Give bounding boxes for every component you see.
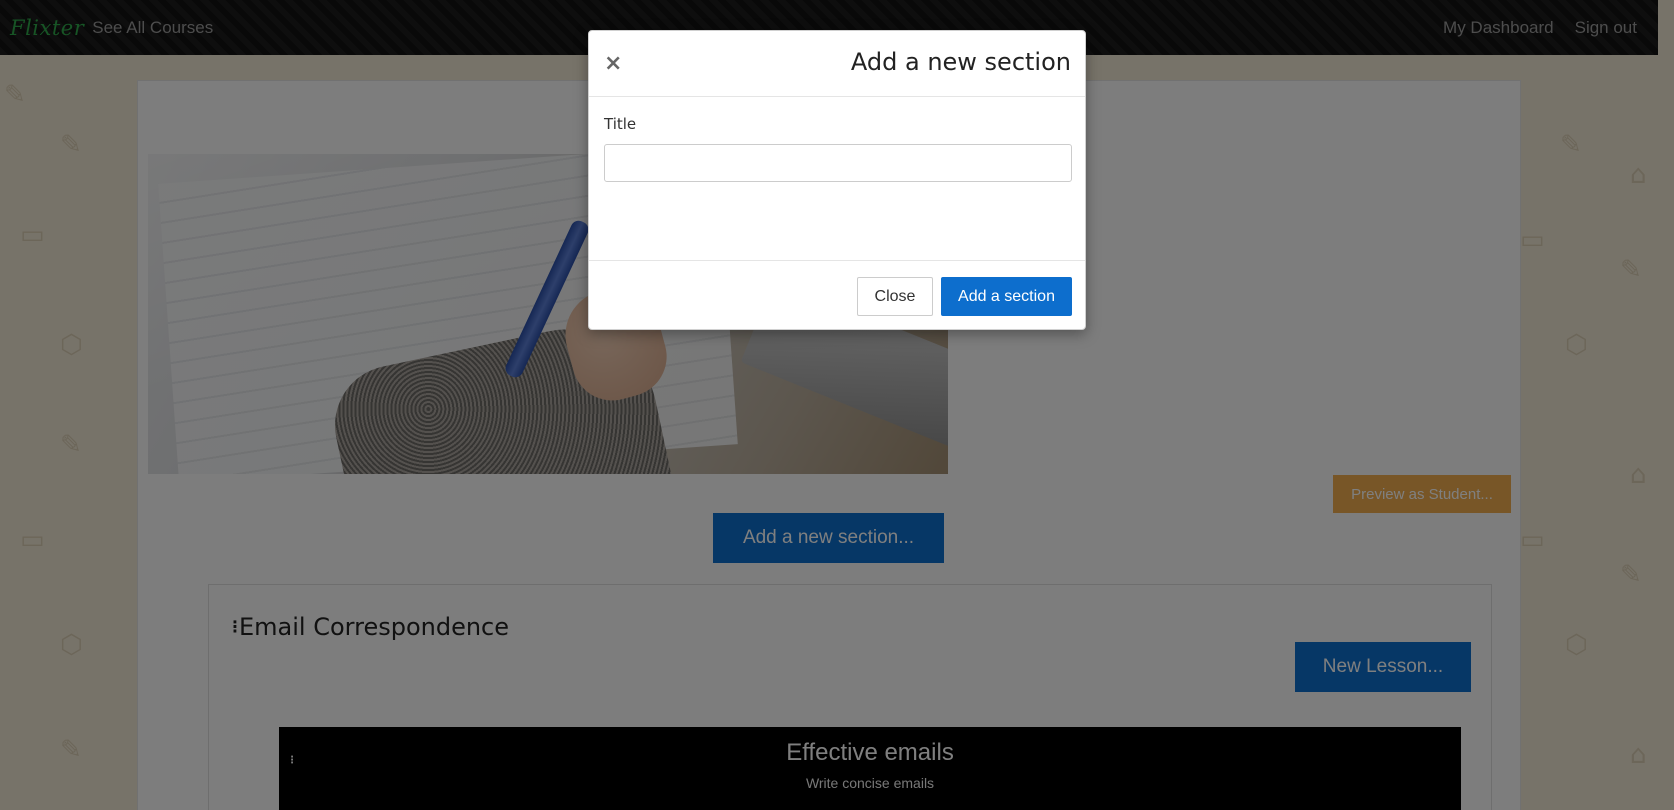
add-section-modal: × Add a new section Title Close Add a se…	[588, 30, 1086, 330]
modal-footer: Close Add a section	[589, 261, 1085, 329]
add-section-submit-button[interactable]: Add a section	[941, 277, 1072, 316]
title-label: Title	[604, 115, 637, 133]
modal-header: × Add a new section	[589, 31, 1085, 97]
modal-body: Title	[589, 97, 1085, 261]
close-button[interactable]: Close	[857, 277, 933, 316]
close-icon[interactable]: ×	[604, 51, 622, 76]
title-input[interactable]	[604, 144, 1072, 182]
modal-title: Add a new section	[850, 48, 1071, 76]
